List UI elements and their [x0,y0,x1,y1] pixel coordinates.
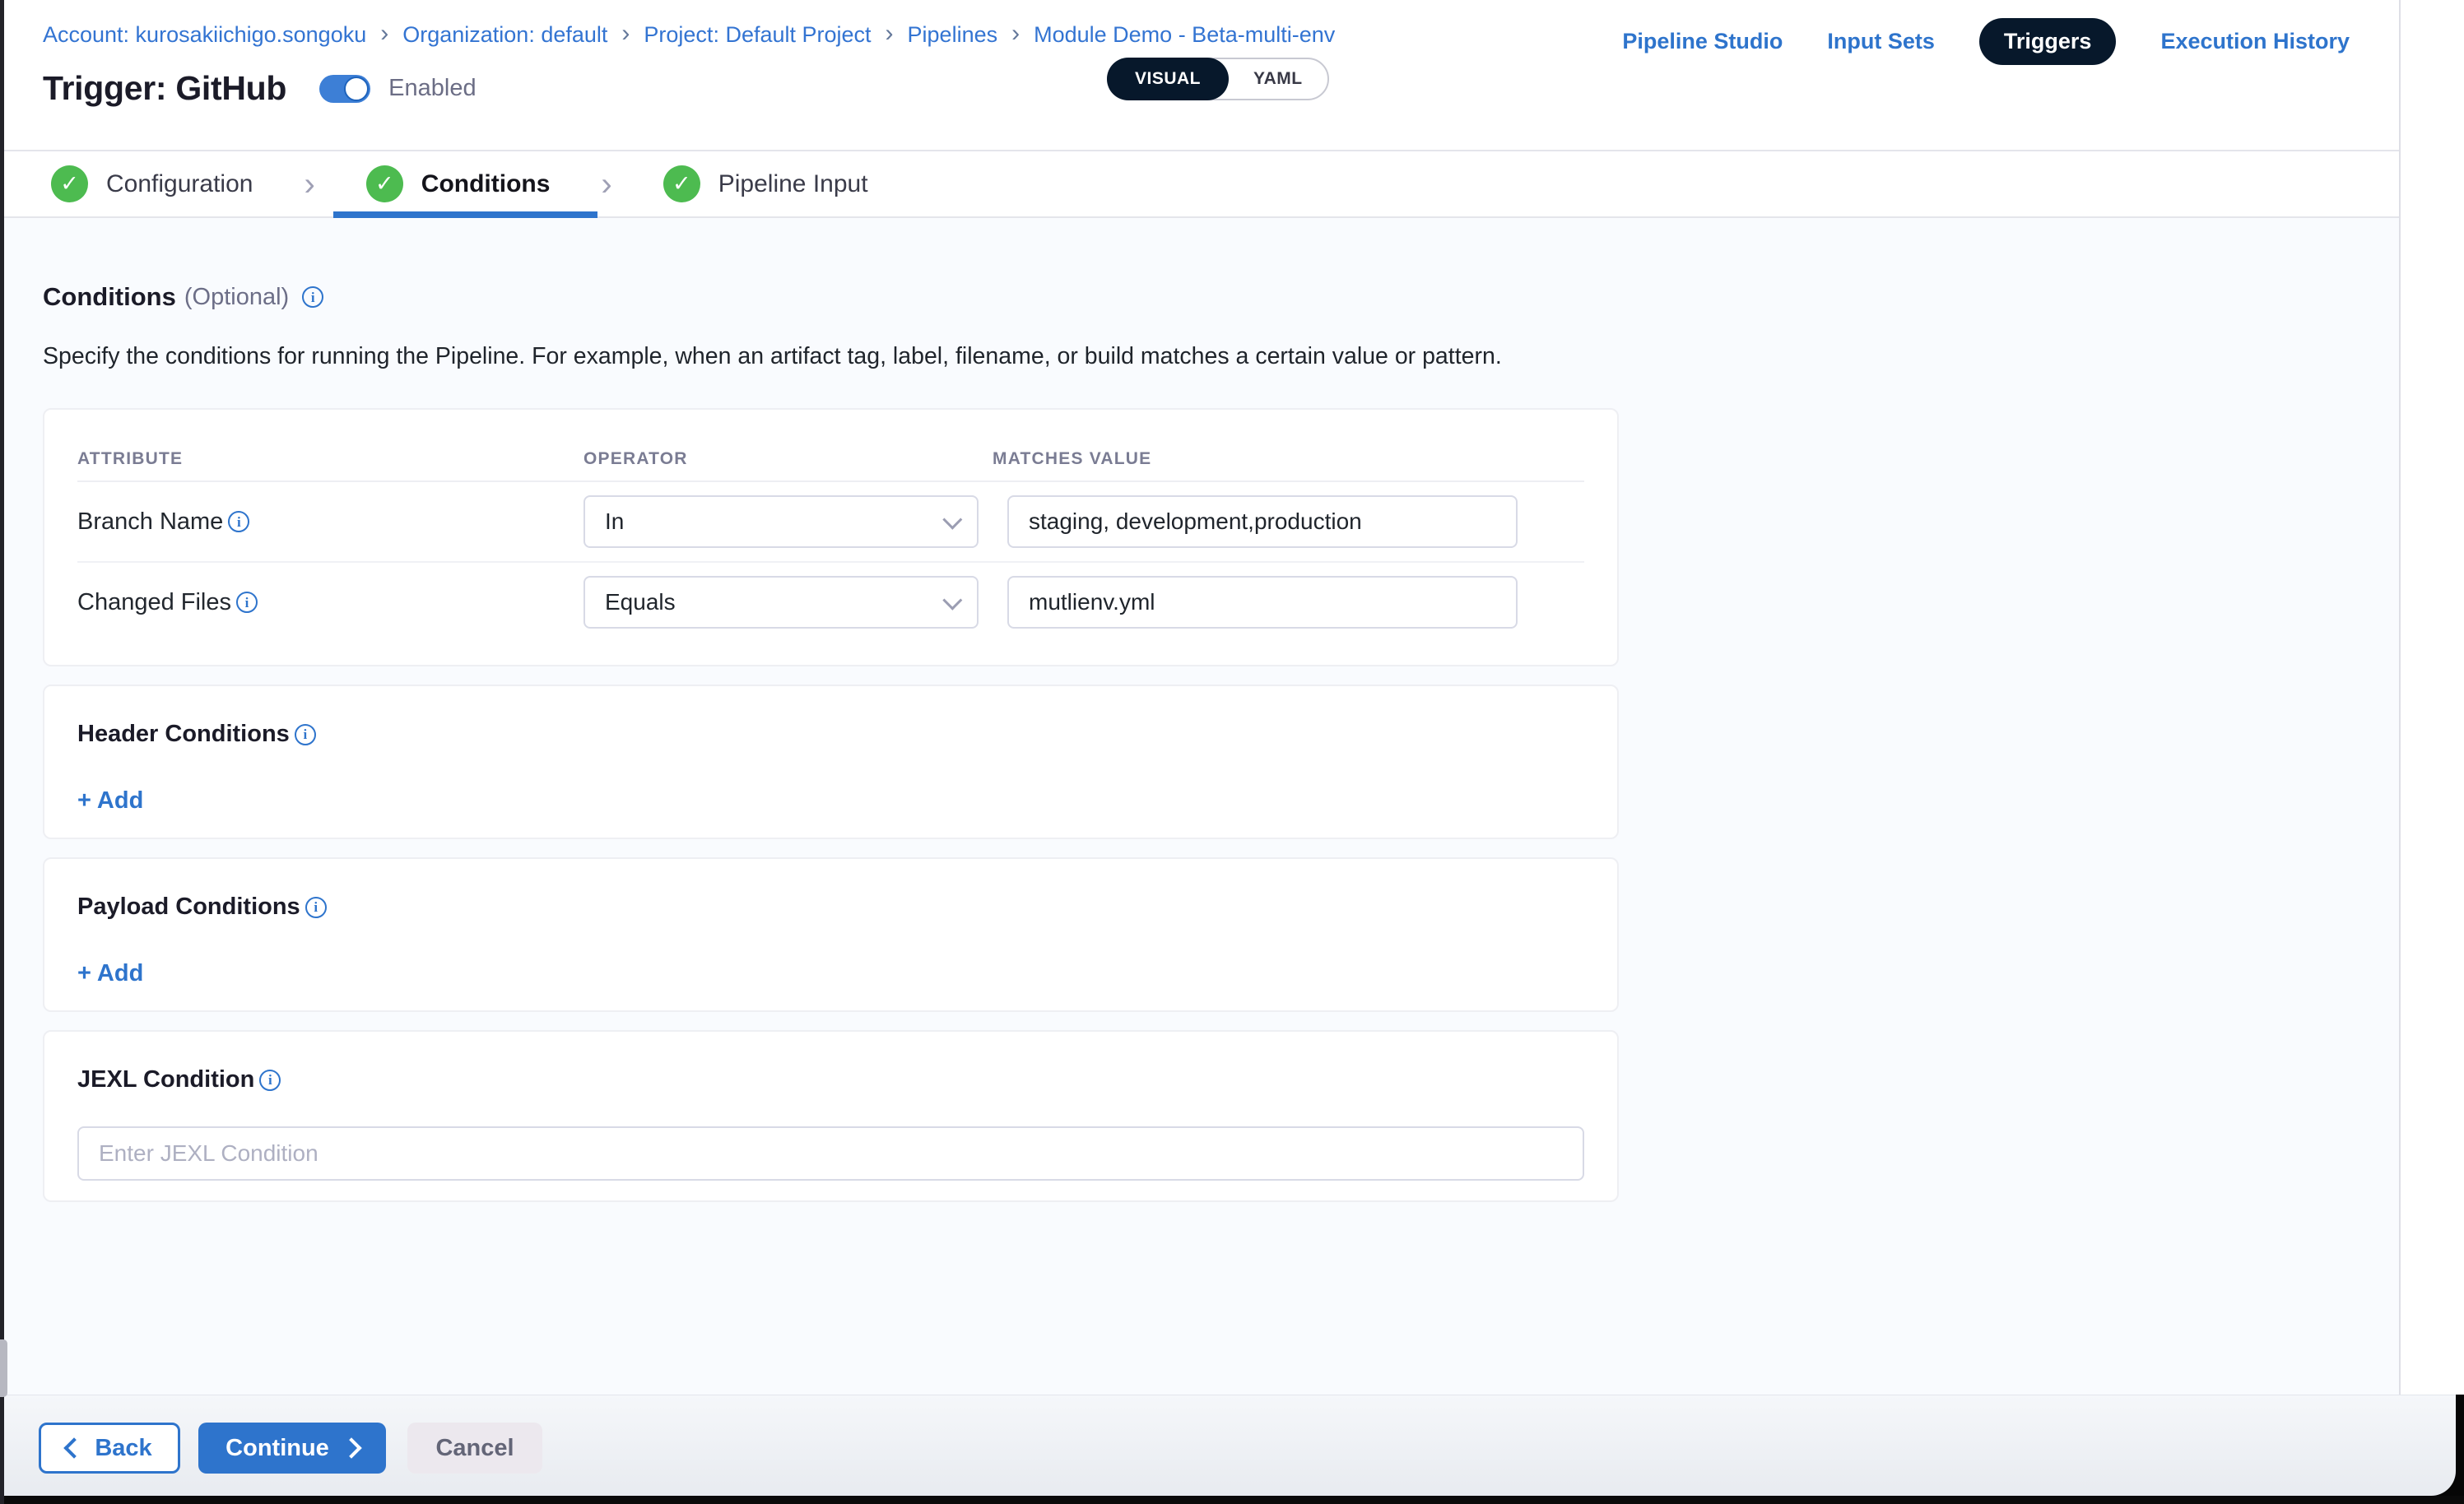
step-conditions-label: Conditions [421,170,551,198]
info-icon[interactable] [236,592,258,613]
check-circle-icon [366,165,403,202]
operator-selected-value: In [605,508,624,535]
back-button[interactable]: Back [39,1423,180,1474]
chevron-right-icon [601,168,611,201]
continue-button[interactable]: Continue [198,1423,386,1474]
add-payload-condition-button[interactable]: + Add [77,960,143,987]
cancel-button[interactable]: Cancel [407,1423,542,1474]
matches-value-input[interactable] [1007,495,1518,548]
attribute-label-text: Changed Files [77,589,231,616]
conditions-panel: Conditions (Optional) Specify the condit… [4,218,2399,1202]
matches-value-column-header: MATCHES VALUE [993,449,1519,469]
step-configuration-label: Configuration [106,170,253,198]
window-left-edge [0,0,4,1504]
enabled-label: Enabled [388,75,476,102]
operator-column-header: OPERATOR [583,449,993,469]
header-conditions-title: Header Conditions [77,721,290,748]
section-description: Specify the conditions for running the P… [43,343,1689,370]
nav-input-sets[interactable]: Input Sets [1827,29,1935,54]
nav-execution-history[interactable]: Execution History [2160,29,2350,54]
wizard-steps: Configuration Conditions Pipeline Input [51,151,868,216]
operator-select[interactable]: In [583,495,979,548]
cancel-button-label: Cancel [435,1435,514,1462]
left-edge-notch [0,1339,7,1397]
chevron-right-icon: › [1010,22,1021,44]
branch-name-label: Branch Name [77,508,583,536]
chevron-right-icon [304,168,314,201]
title-row: Trigger: GitHub Enabled [43,69,477,108]
payload-conditions-title: Payload Conditions [77,894,300,921]
wizard-tabs-bar: Configuration Conditions Pipeline Input [4,151,2399,218]
info-icon[interactable] [295,724,316,745]
breadcrumb-project[interactable]: Project: Default Project [644,22,871,48]
jexl-condition-card: JEXL Condition [43,1030,1619,1202]
breadcrumb-organization[interactable]: Organization: default [402,22,607,48]
page-header: Account: kurosakiichigo.songoku › Organi… [4,0,2399,151]
visual-yaml-toggle: VISUAL YAML [1107,58,1329,100]
payload-conditions-card: Payload Conditions + Add [43,857,1619,1012]
enabled-toggle[interactable] [319,75,370,103]
right-gutter-panel [2399,0,2464,1395]
info-icon[interactable] [305,897,327,918]
operator-cell: Equals [583,576,993,629]
nav-pipeline-studio[interactable]: Pipeline Studio [1622,29,1783,54]
page-title: Trigger: GitHub [43,69,286,108]
section-heading-row: Conditions (Optional) [43,282,2399,312]
changed-files-label: Changed Files [77,589,583,616]
check-circle-icon [51,165,88,202]
pipeline-top-nav: Pipeline Studio Input Sets Triggers Exec… [1622,18,2350,65]
window-bottom-edge [0,1496,2464,1504]
toggle-knob-icon [344,77,369,101]
attribute-label-text: Branch Name [77,508,223,536]
breadcrumb: Account: kurosakiichigo.songoku › Organi… [43,22,1335,48]
chevron-right-icon [341,1437,361,1458]
jexl-condition-title: JEXL Condition [77,1066,254,1093]
info-icon[interactable] [228,511,249,532]
conditions-table-card: ATTRIBUTE OPERATOR MATCHES VALUE Branch … [43,408,1619,666]
operator-selected-value: Equals [605,589,676,615]
visual-tab[interactable]: VISUAL [1107,58,1229,100]
chevron-right-icon: › [884,22,895,44]
breadcrumb-account[interactable]: Account: kurosakiichigo.songoku [43,22,366,48]
section-title: Conditions [43,282,176,312]
table-row: Branch Name In [77,482,1584,561]
operator-select[interactable]: Equals [583,576,979,629]
card-title-row: Payload Conditions [77,894,1584,921]
nav-triggers-active[interactable]: Triggers [1979,18,2117,65]
step-pipeline-input[interactable]: Pipeline Input [663,151,868,216]
step-pipeline-input-label: Pipeline Input [718,170,868,198]
section-optional-label: (Optional) [184,284,289,311]
continue-button-label: Continue [225,1435,329,1462]
chevron-down-icon [942,590,962,610]
chevron-down-icon [942,509,962,529]
card-title-row: JEXL Condition [77,1066,1584,1093]
main-column: Account: kurosakiichigo.songoku › Organi… [4,0,2399,1395]
header-conditions-card: Header Conditions + Add [43,685,1619,839]
info-icon[interactable] [302,286,323,308]
info-icon[interactable] [259,1070,281,1091]
step-conditions[interactable]: Conditions [366,151,551,216]
table-header-row: ATTRIBUTE OPERATOR MATCHES VALUE [77,449,1584,469]
operator-cell: In [583,495,993,548]
card-title-row: Header Conditions [77,721,1584,748]
jexl-condition-input[interactable] [77,1126,1584,1181]
footer-action-bar: Back Continue Cancel [4,1395,2456,1496]
attribute-column-header: ATTRIBUTE [77,449,583,469]
chevron-left-icon [64,1437,85,1458]
table-row: Changed Files Equals [77,561,1584,642]
chevron-right-icon: › [379,22,390,44]
yaml-tab[interactable]: YAML [1229,69,1327,89]
chevron-right-icon: › [620,22,631,44]
add-header-condition-button[interactable]: + Add [77,787,143,815]
breadcrumb-pipeline-name[interactable]: Module Demo - Beta-multi-env [1034,22,1335,48]
breadcrumb-pipelines[interactable]: Pipelines [908,22,998,48]
step-configuration[interactable]: Configuration [51,151,253,216]
matches-value-input[interactable] [1007,576,1518,629]
back-button-label: Back [95,1435,151,1462]
check-circle-icon [663,165,700,202]
